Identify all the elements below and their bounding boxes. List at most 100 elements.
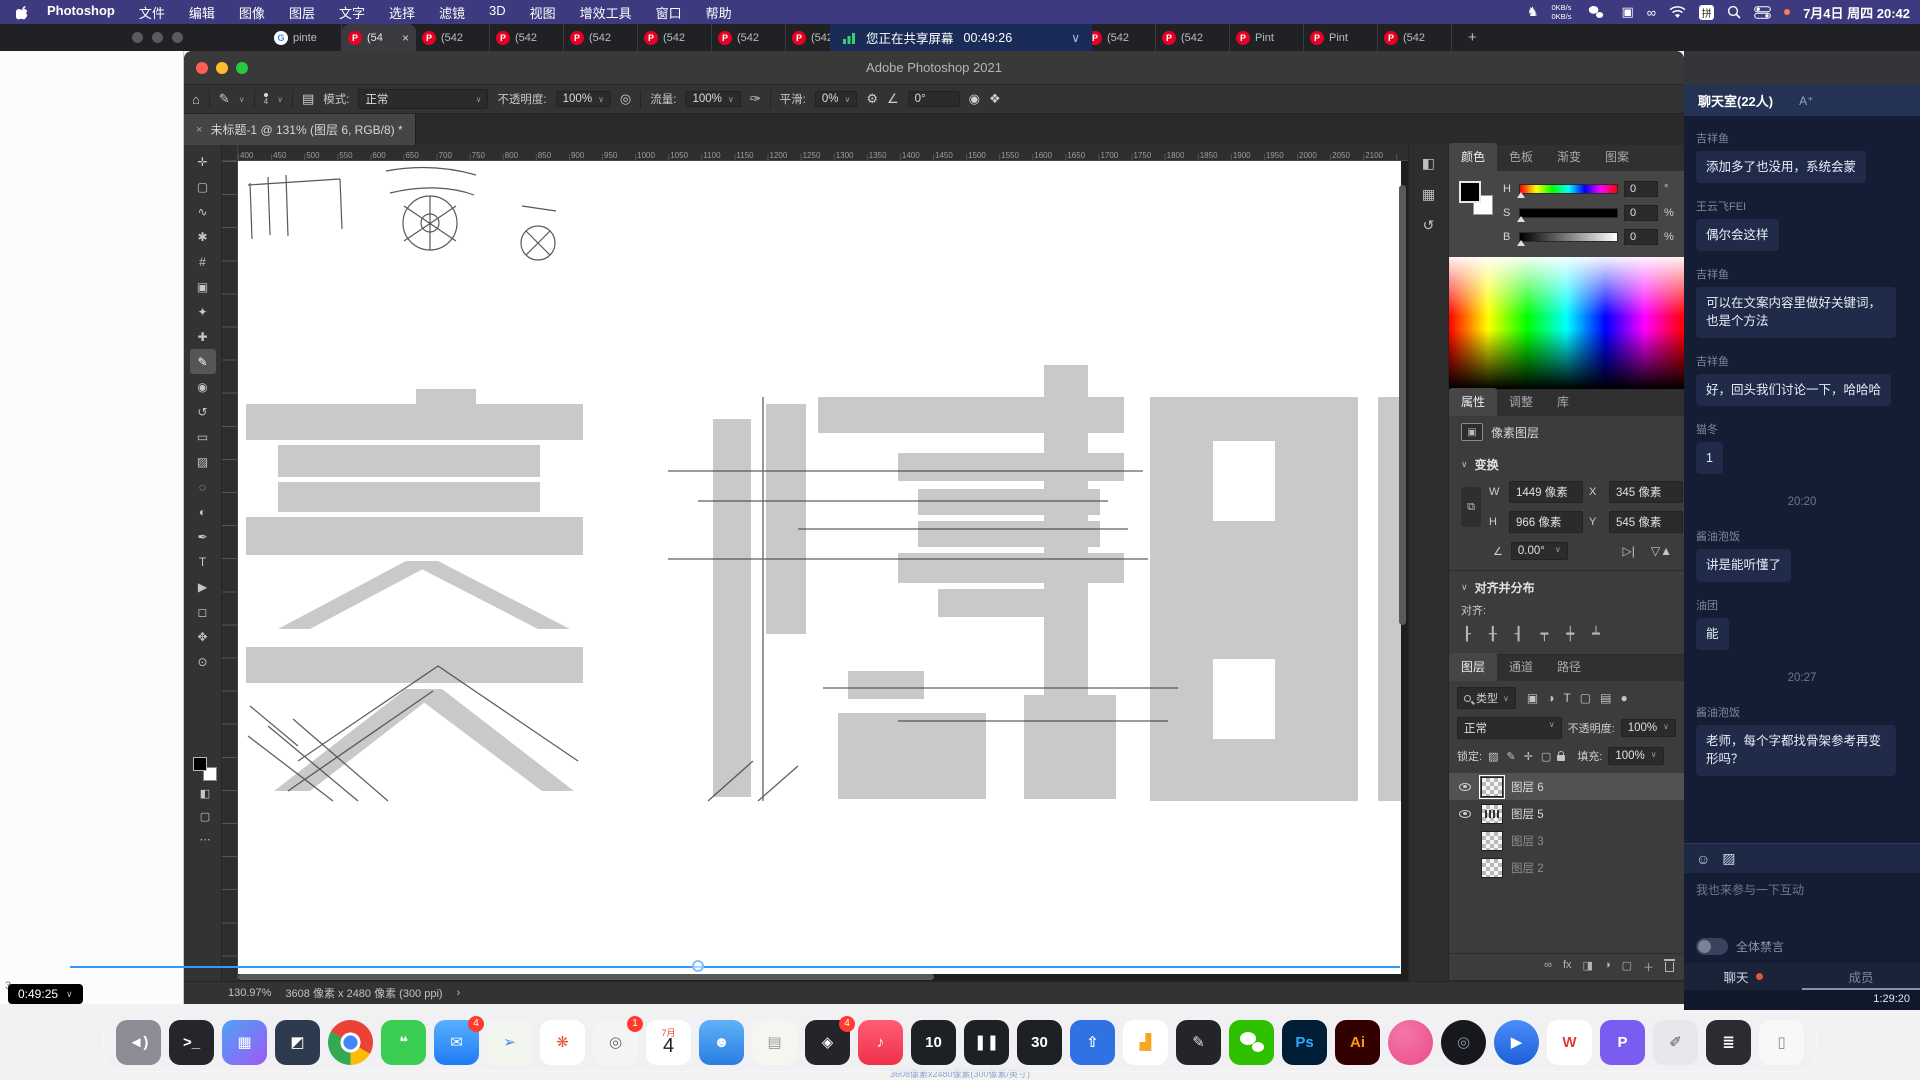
- tool-button[interactable]: ✥: [190, 624, 216, 649]
- tool-button[interactable]: ✒: [190, 524, 216, 549]
- brightness-value[interactable]: 0: [1624, 229, 1658, 245]
- layer-blend-mode-select[interactable]: 正常∨: [1457, 717, 1562, 739]
- layer-thumbnail[interactable]: [1481, 804, 1503, 824]
- layers-footer-icon[interactable]: ◨: [1583, 959, 1593, 975]
- y-field[interactable]: 545 像素: [1609, 511, 1683, 533]
- annotation-guide-line[interactable]: [70, 966, 1400, 968]
- layer-filter-icon[interactable]: ▣: [1527, 691, 1538, 705]
- chevron-down-icon[interactable]: ∨: [1461, 459, 1468, 470]
- collapsed-panel-icon[interactable]: ▦: [1422, 186, 1435, 203]
- align-icon[interactable]: ┨: [1515, 627, 1523, 642]
- layer-filter-icon[interactable]: ▢: [1580, 691, 1591, 705]
- align-icon[interactable]: ┠: [1463, 627, 1471, 642]
- panel-color-swatches[interactable]: [1459, 181, 1493, 215]
- layer-row[interactable]: 图层 3: [1449, 827, 1684, 854]
- dock-app-icon[interactable]: ◎ 1: [593, 1020, 638, 1065]
- document-tab[interactable]: × 未标题-1 @ 131% (图层 6, RGB/8) *: [184, 114, 416, 145]
- dock-app-icon[interactable]: P: [1600, 1020, 1645, 1065]
- wifi-icon[interactable]: [1669, 6, 1686, 19]
- tab-members[interactable]: 成员: [1802, 967, 1920, 986]
- align-icon[interactable]: ╂: [1489, 627, 1497, 642]
- menu-item[interactable]: 增效工具: [580, 3, 632, 22]
- gear-icon[interactable]: ⚙: [866, 91, 878, 107]
- horizontal-scrollbar[interactable]: [238, 974, 934, 980]
- saturation-slider[interactable]: [1519, 208, 1618, 218]
- mute-all-toggle[interactable]: [1696, 938, 1728, 955]
- pressure-opacity-icon[interactable]: ◎: [620, 91, 631, 107]
- clash-cat-icon[interactable]: ♞: [1527, 4, 1539, 20]
- dock-app-icon[interactable]: ☻: [699, 1020, 744, 1065]
- zoom-level[interactable]: 130.97%: [228, 987, 271, 999]
- layer-opacity-select[interactable]: 100%∨: [1621, 719, 1676, 737]
- lock-icon[interactable]: ▢: [1541, 750, 1551, 763]
- dock-app-icon[interactable]: ❋: [540, 1020, 585, 1065]
- tool-button[interactable]: ▭: [190, 424, 216, 449]
- foreground-color-swatch[interactable]: [1459, 181, 1481, 203]
- panel-tab[interactable]: 渐变: [1545, 143, 1593, 171]
- layer-filter-icon[interactable]: ▤: [1600, 691, 1611, 705]
- tool-button[interactable]: ◉: [190, 374, 216, 399]
- flip-horizontal-icon[interactable]: ▷|: [1623, 544, 1635, 558]
- saturation-value[interactable]: 0: [1624, 205, 1658, 221]
- tab-chat[interactable]: 聊天: [1684, 967, 1802, 986]
- height-field[interactable]: 966 像素: [1509, 511, 1583, 533]
- browser-tab[interactable]: P (542: [638, 24, 712, 51]
- layers-footer-icon[interactable]: ＋: [1643, 959, 1654, 975]
- collapsed-panel-icon[interactable]: ↺: [1423, 217, 1435, 234]
- browser-tab[interactable]: P (542: [1378, 24, 1452, 51]
- window-controls[interactable]: [196, 62, 248, 74]
- layer-filter-icon[interactable]: ◑: [1547, 691, 1554, 705]
- menu-item[interactable]: 帮助: [706, 3, 732, 22]
- foreground-color-swatch[interactable]: [193, 757, 207, 771]
- close-document-icon[interactable]: ×: [196, 124, 202, 136]
- tool-button[interactable]: ✱: [190, 224, 216, 249]
- recording-timer-badge[interactable]: 0:49:25 ∨: [8, 984, 83, 1004]
- layer-visibility-icon[interactable]: [1459, 810, 1471, 818]
- panel-tab[interactable]: 图层: [1449, 653, 1497, 681]
- browser-window-controls[interactable]: [132, 32, 183, 43]
- dock-app-icon[interactable]: 10: [911, 1020, 956, 1065]
- link-dimensions-icon[interactable]: ⧉: [1461, 487, 1481, 527]
- dock-app-icon[interactable]: ✉ 4: [434, 1020, 479, 1065]
- menu-item[interactable]: 窗口: [656, 3, 682, 22]
- smoothing-select[interactable]: 0%∨: [815, 91, 857, 107]
- dock-app-icon[interactable]: [1229, 1020, 1274, 1065]
- menu-item[interactable]: 图层: [289, 3, 315, 22]
- tool-button[interactable]: T: [190, 549, 216, 574]
- dock-app-icon[interactable]: 7月 4: [646, 1020, 691, 1065]
- layer-visibility-icon[interactable]: [1459, 783, 1471, 791]
- browser-tab[interactable]: P (542: [712, 24, 786, 51]
- color-swatches[interactable]: [193, 757, 217, 781]
- browser-tab[interactable]: P (542: [490, 24, 564, 51]
- photoshop-title-bar[interactable]: Adobe Photoshop 2021: [184, 51, 1684, 85]
- font-size-button[interactable]: A⁺: [1799, 94, 1813, 108]
- dock-app-icon[interactable]: ✐: [1653, 1020, 1698, 1065]
- menu-item[interactable]: 选择: [389, 3, 415, 22]
- tool-button[interactable]: ▢: [190, 174, 216, 199]
- dock-app-icon[interactable]: ▦: [222, 1020, 267, 1065]
- dock-app-icon[interactable]: [1388, 1020, 1433, 1065]
- panel-tab[interactable]: 色板: [1497, 143, 1545, 171]
- layer-thumbnail[interactable]: [1481, 831, 1503, 851]
- chevron-down-icon[interactable]: ∨: [1071, 31, 1080, 45]
- panel-tab[interactable]: 库: [1545, 388, 1581, 416]
- browser-tab[interactable]: P (542: [1082, 24, 1156, 51]
- menu-item[interactable]: 编辑: [189, 3, 215, 22]
- lock-icon[interactable]: ✛: [1524, 750, 1533, 763]
- layers-footer-icon[interactable]: fx: [1563, 959, 1572, 975]
- layer-row[interactable]: 图层 2: [1449, 854, 1684, 881]
- symmetry-icon[interactable]: ❖: [989, 91, 1001, 107]
- lock-icon[interactable]: ▨: [1488, 750, 1498, 763]
- dock-app-icon[interactable]: ▤: [752, 1020, 797, 1065]
- tool-button[interactable]: #: [190, 249, 216, 274]
- browser-tab[interactable]: P Pint: [1304, 24, 1378, 51]
- tool-button[interactable]: ◻: [190, 599, 216, 624]
- tool-button[interactable]: ◌: [190, 474, 216, 499]
- new-tab-button[interactable]: +: [1458, 24, 1487, 51]
- panel-tab[interactable]: 调整: [1497, 388, 1545, 416]
- control-center-icon[interactable]: [1754, 6, 1771, 19]
- layer-filter-select[interactable]: 类型∨: [1457, 687, 1516, 709]
- panel-tab[interactable]: 属性: [1449, 388, 1497, 416]
- dock-app-icon[interactable]: ❚❚: [964, 1020, 1009, 1065]
- browser-tab[interactable]: P (54 ×: [342, 24, 416, 51]
